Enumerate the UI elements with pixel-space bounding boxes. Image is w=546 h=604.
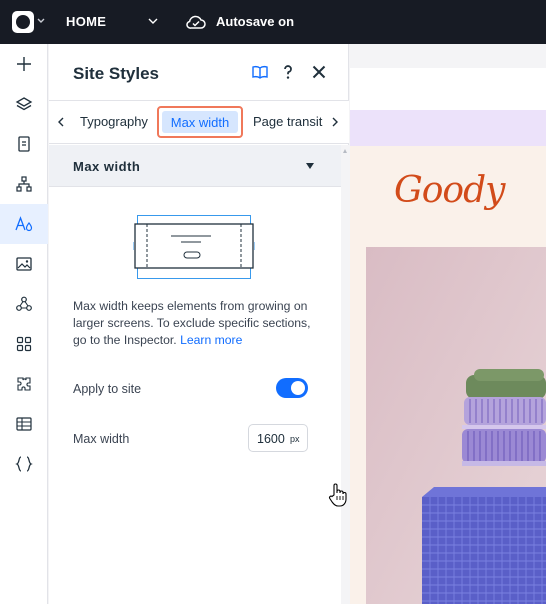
max-width-illustration	[133, 215, 255, 279]
hero-image	[366, 247, 546, 604]
chevron-right-icon	[332, 117, 338, 127]
caret-down-icon	[306, 163, 314, 169]
panel-title: Site Styles	[73, 64, 159, 83]
max-width-label: Max width	[73, 432, 130, 446]
grid-icon	[16, 336, 32, 352]
pages-button[interactable]	[0, 124, 48, 164]
tabs-scroll-left-button[interactable]	[49, 101, 73, 143]
panel-scrollbar[interactable]	[341, 145, 349, 604]
chevron-down-icon[interactable]	[36, 14, 46, 28]
site-structure-button[interactable]	[0, 164, 48, 204]
dev-mode-button[interactable]	[0, 444, 48, 484]
apply-to-site-label: Apply to site	[73, 382, 142, 396]
add-elements-button[interactable]	[0, 44, 48, 84]
site-styles-icon	[15, 216, 33, 232]
help-icon[interactable]	[281, 64, 295, 80]
cms-button[interactable]	[0, 404, 48, 444]
max-width-input[interactable]: 1600 px	[248, 424, 308, 452]
page-selector-chevron-icon[interactable]	[147, 15, 159, 27]
max-width-description: Max width keeps elements from growing on…	[73, 299, 311, 347]
plus-icon	[17, 57, 31, 71]
chevron-left-icon	[58, 117, 64, 127]
tabs-scroll-right-button[interactable]	[323, 101, 347, 143]
section-title: Max width	[73, 159, 141, 174]
tab-max-width[interactable]: Max width	[157, 106, 243, 138]
page-icon	[18, 136, 30, 152]
media-button[interactable]	[0, 244, 48, 284]
tab-typography[interactable]: Typography	[80, 114, 148, 129]
site-styles-button[interactable]	[0, 204, 48, 244]
autosave-status: Autosave on	[216, 14, 295, 29]
tab-max-width-label: Max width	[162, 111, 238, 133]
table-icon	[16, 417, 32, 431]
max-width-section-header[interactable]: Max width	[49, 145, 341, 187]
layers-button[interactable]	[0, 84, 48, 124]
add-ons-button[interactable]	[0, 364, 48, 404]
cloud-check-icon	[186, 15, 206, 29]
apps-button[interactable]	[0, 324, 48, 364]
apps-network-button[interactable]	[0, 284, 48, 324]
layers-icon	[15, 97, 33, 111]
site-styles-panel: Site Styles Typography Max width Page tr…	[49, 44, 349, 604]
code-braces-icon	[15, 456, 33, 472]
close-icon[interactable]	[311, 64, 327, 80]
network-icon	[16, 296, 32, 311]
page-selector[interactable]: HOME	[66, 14, 106, 29]
left-tool-rail	[0, 44, 48, 604]
scroll-up-arrow-icon[interactable]	[343, 148, 347, 154]
max-width-unit: px	[290, 434, 300, 444]
style-tabs: Typography Max width Page transiti	[49, 100, 349, 144]
site-announcement-strip	[350, 110, 546, 146]
site-preview-canvas[interactable]: Goody	[350, 44, 546, 604]
book-icon[interactable]	[251, 64, 269, 80]
wix-logo-button[interactable]	[12, 11, 34, 33]
tab-page-transitions[interactable]: Page transiti	[253, 114, 325, 129]
site-logo-text: Goody	[394, 170, 505, 211]
sitemap-icon	[16, 176, 32, 192]
site-header-area	[350, 68, 546, 110]
apply-to-site-toggle[interactable]	[276, 378, 308, 398]
top-bar: HOME Autosave on	[0, 0, 546, 44]
max-width-value: 1600	[257, 432, 285, 446]
hand-cursor-icon	[329, 483, 347, 507]
puzzle-icon	[17, 377, 31, 391]
image-icon	[16, 257, 32, 271]
learn-more-link[interactable]: Learn more	[180, 333, 242, 347]
